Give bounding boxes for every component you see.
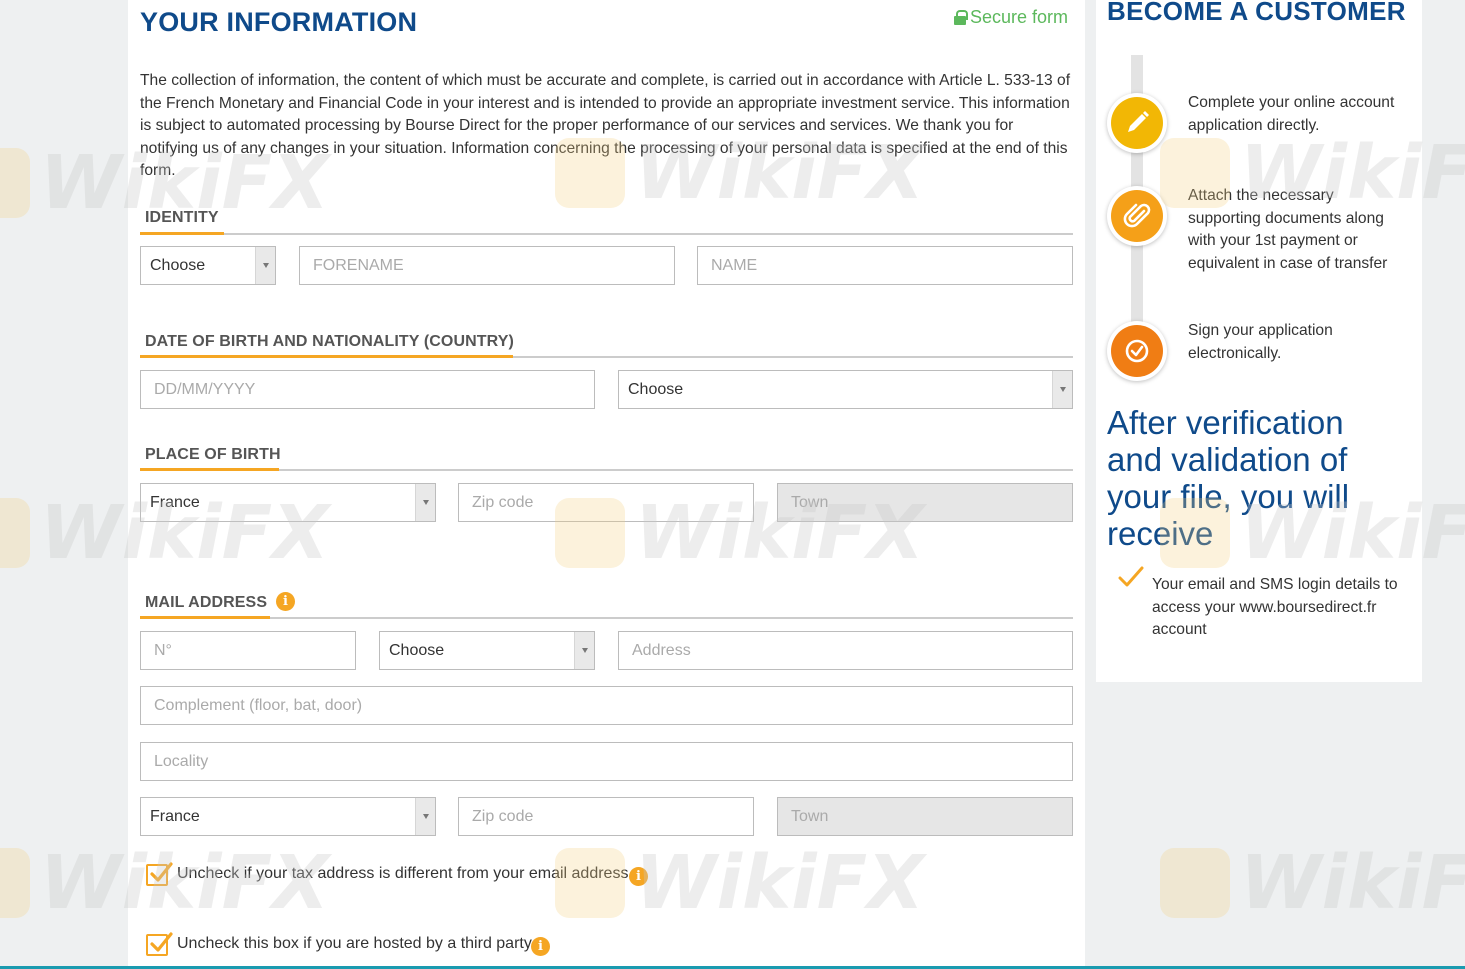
tax-address-label: Uncheck if your tax address is different…	[177, 865, 629, 882]
sidebar-title: BECOME A CUSTOMER	[1107, 0, 1406, 26]
hosted-checkbox[interactable]	[146, 932, 173, 956]
section-underline	[140, 468, 279, 471]
nationality-select[interactable]: Choose	[618, 370, 1073, 409]
dropdown-arrow-icon	[1052, 371, 1072, 408]
birth-date-input[interactable]: DD/MM/YYYY	[140, 370, 595, 409]
mail-town-input[interactable]: Town	[777, 797, 1073, 836]
section-underline	[140, 355, 513, 358]
identity-heading: IDENTITY	[145, 209, 219, 226]
secure-form-label: Secure form	[970, 7, 1069, 27]
intro-paragraph: The collection of information, the conte…	[140, 72, 1071, 179]
complement-input[interactable]: Complement (floor, bat, door)	[140, 686, 1073, 725]
watermark-logo-icon	[0, 148, 30, 218]
address-input[interactable]: Address	[618, 631, 1073, 670]
birth-town-input[interactable]: Town	[777, 483, 1073, 522]
street-type-select[interactable]: Choose	[379, 631, 595, 670]
checkmark-icon	[150, 932, 173, 952]
name-input[interactable]: NAME	[697, 246, 1073, 285]
mail-heading: MAIL ADDRESS	[145, 594, 268, 611]
step-2-text: Attach the necessary supporting document…	[1188, 187, 1388, 273]
watermark: WikiFX	[1160, 840, 1465, 926]
civility-value: Choose	[150, 257, 206, 274]
receive-item: Your email and SMS login details to acce…	[1152, 576, 1398, 638]
step-2-badge	[1107, 186, 1167, 246]
after-verification-heading: After verification and validation of you…	[1107, 404, 1350, 552]
info-icon[interactable]: i	[629, 867, 648, 886]
dropdown-arrow-icon	[415, 798, 435, 835]
check-circle-icon	[1125, 339, 1149, 363]
watermark-logo-icon	[1160, 848, 1230, 918]
mail-country-select[interactable]: France	[140, 797, 436, 836]
divider	[140, 617, 1073, 619]
divider	[140, 469, 1073, 471]
dropdown-arrow-icon	[574, 632, 594, 669]
checkmark-icon	[1118, 566, 1144, 587]
info-icon[interactable]: i	[531, 937, 550, 956]
step-3-badge	[1107, 321, 1167, 381]
info-icon[interactable]: i	[276, 592, 295, 611]
birth-country-value: France	[150, 494, 200, 511]
step-3-text: Sign your application electronically.	[1188, 322, 1333, 362]
lock-icon	[954, 10, 968, 25]
watermark-logo-icon	[0, 848, 30, 918]
birth-zip-input[interactable]: Zip code	[458, 483, 754, 522]
locality-input[interactable]: Locality	[140, 742, 1073, 781]
tax-address-checkbox[interactable]	[146, 862, 173, 886]
step-1-badge	[1107, 93, 1167, 153]
place-heading: PLACE OF BIRTH	[145, 446, 281, 463]
mail-zip-input[interactable]: Zip code	[458, 797, 754, 836]
page-title: YOUR INFORMATION	[140, 7, 418, 37]
watermark-logo-icon	[0, 498, 30, 568]
street-type-value: Choose	[389, 642, 445, 659]
nationality-value: Choose	[628, 381, 684, 398]
civility-select[interactable]: Choose	[140, 246, 276, 285]
section-underline	[140, 232, 224, 235]
dropdown-arrow-icon	[255, 247, 275, 284]
secure-form-badge: Secure form	[954, 7, 1068, 28]
step-1-text: Complete your online account application…	[1188, 94, 1395, 134]
hosted-label: Uncheck this box if you are hosted by a …	[177, 935, 532, 952]
street-number-input[interactable]: N°	[140, 631, 356, 670]
dropdown-arrow-icon	[415, 484, 435, 521]
divider	[140, 233, 1073, 235]
paperclip-icon	[1123, 203, 1151, 228]
birth-heading: DATE OF BIRTH AND NATIONALITY (COUNTRY)	[145, 333, 514, 350]
pencil-icon	[1128, 111, 1149, 132]
section-underline	[140, 616, 270, 619]
birth-country-select[interactable]: France	[140, 483, 436, 522]
checkmark-icon	[150, 862, 173, 882]
mail-country-value: France	[150, 808, 200, 825]
forename-input[interactable]: FORENAME	[299, 246, 675, 285]
